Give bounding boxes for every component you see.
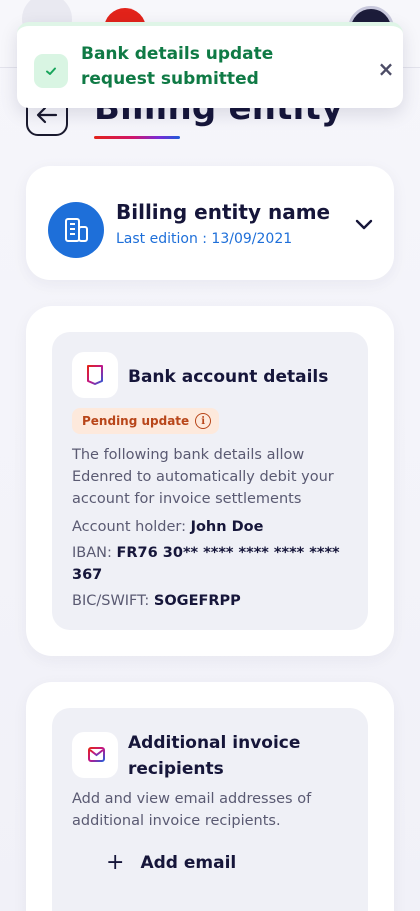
bank-description: The following bank details allow Edenred… [72, 447, 334, 507]
building-icon [48, 202, 104, 258]
iban-label: IBAN: [72, 545, 112, 561]
title-underline [94, 136, 180, 139]
plus-icon: + [106, 850, 125, 875]
check-icon [34, 54, 68, 88]
recipients-card: Additional invoice recipients Add and vi… [52, 708, 368, 911]
add-email-label: Add email [140, 853, 237, 873]
bic-label: BIC/SWIFT: [72, 593, 150, 609]
bic-row: BIC/SWIFT: SOGEFRPP [72, 590, 357, 612]
status-badge: Pending update i [72, 408, 220, 434]
bank-details-card: Bank account details Pending update i Th… [52, 332, 368, 630]
account-holder-row: Account holder: John Doe [72, 516, 357, 538]
last-edition-date: Last edition : 13/09/2021 [116, 231, 293, 247]
bic-value: SOGEFRPP [153, 593, 241, 609]
recipients-section-title: Additional invoice recipients [128, 733, 301, 779]
document-icon [72, 352, 118, 398]
bank-details-panel: Bank account details Pending update i Th… [26, 306, 394, 656]
mail-send-icon [72, 732, 118, 778]
toast-message: Bank details update request submitted [81, 44, 274, 89]
info-icon[interactable]: i [195, 413, 212, 429]
billing-entity-selector[interactable]: Billing entity name Last edition : 13/09… [26, 166, 394, 280]
recipients-description: Add and view email addresses of addition… [72, 791, 312, 829]
arrow-left-icon [36, 106, 58, 124]
chevron-down-icon[interactable] [352, 212, 376, 236]
iban-value: FR76 30** **** **** **** **** 367 [72, 545, 340, 583]
status-badge-label: Pending update [82, 414, 190, 428]
entity-name: Billing entity name [116, 200, 331, 224]
add-email-button[interactable]: + Add email [106, 852, 236, 874]
iban-row: IBAN: FR76 30** **** **** **** **** 367 [72, 542, 357, 586]
account-holder-value: John Doe [190, 519, 264, 535]
account-holder-label: Account holder: [72, 519, 186, 535]
success-toast: Bank details update request submitted × [17, 22, 403, 108]
billing-entity-page: Billing entity Billing entity name Last … [0, 0, 420, 911]
recipients-panel: Additional invoice recipients Add and vi… [26, 682, 394, 911]
bank-section-title: Bank account details [128, 367, 329, 387]
close-icon[interactable]: × [373, 56, 399, 82]
